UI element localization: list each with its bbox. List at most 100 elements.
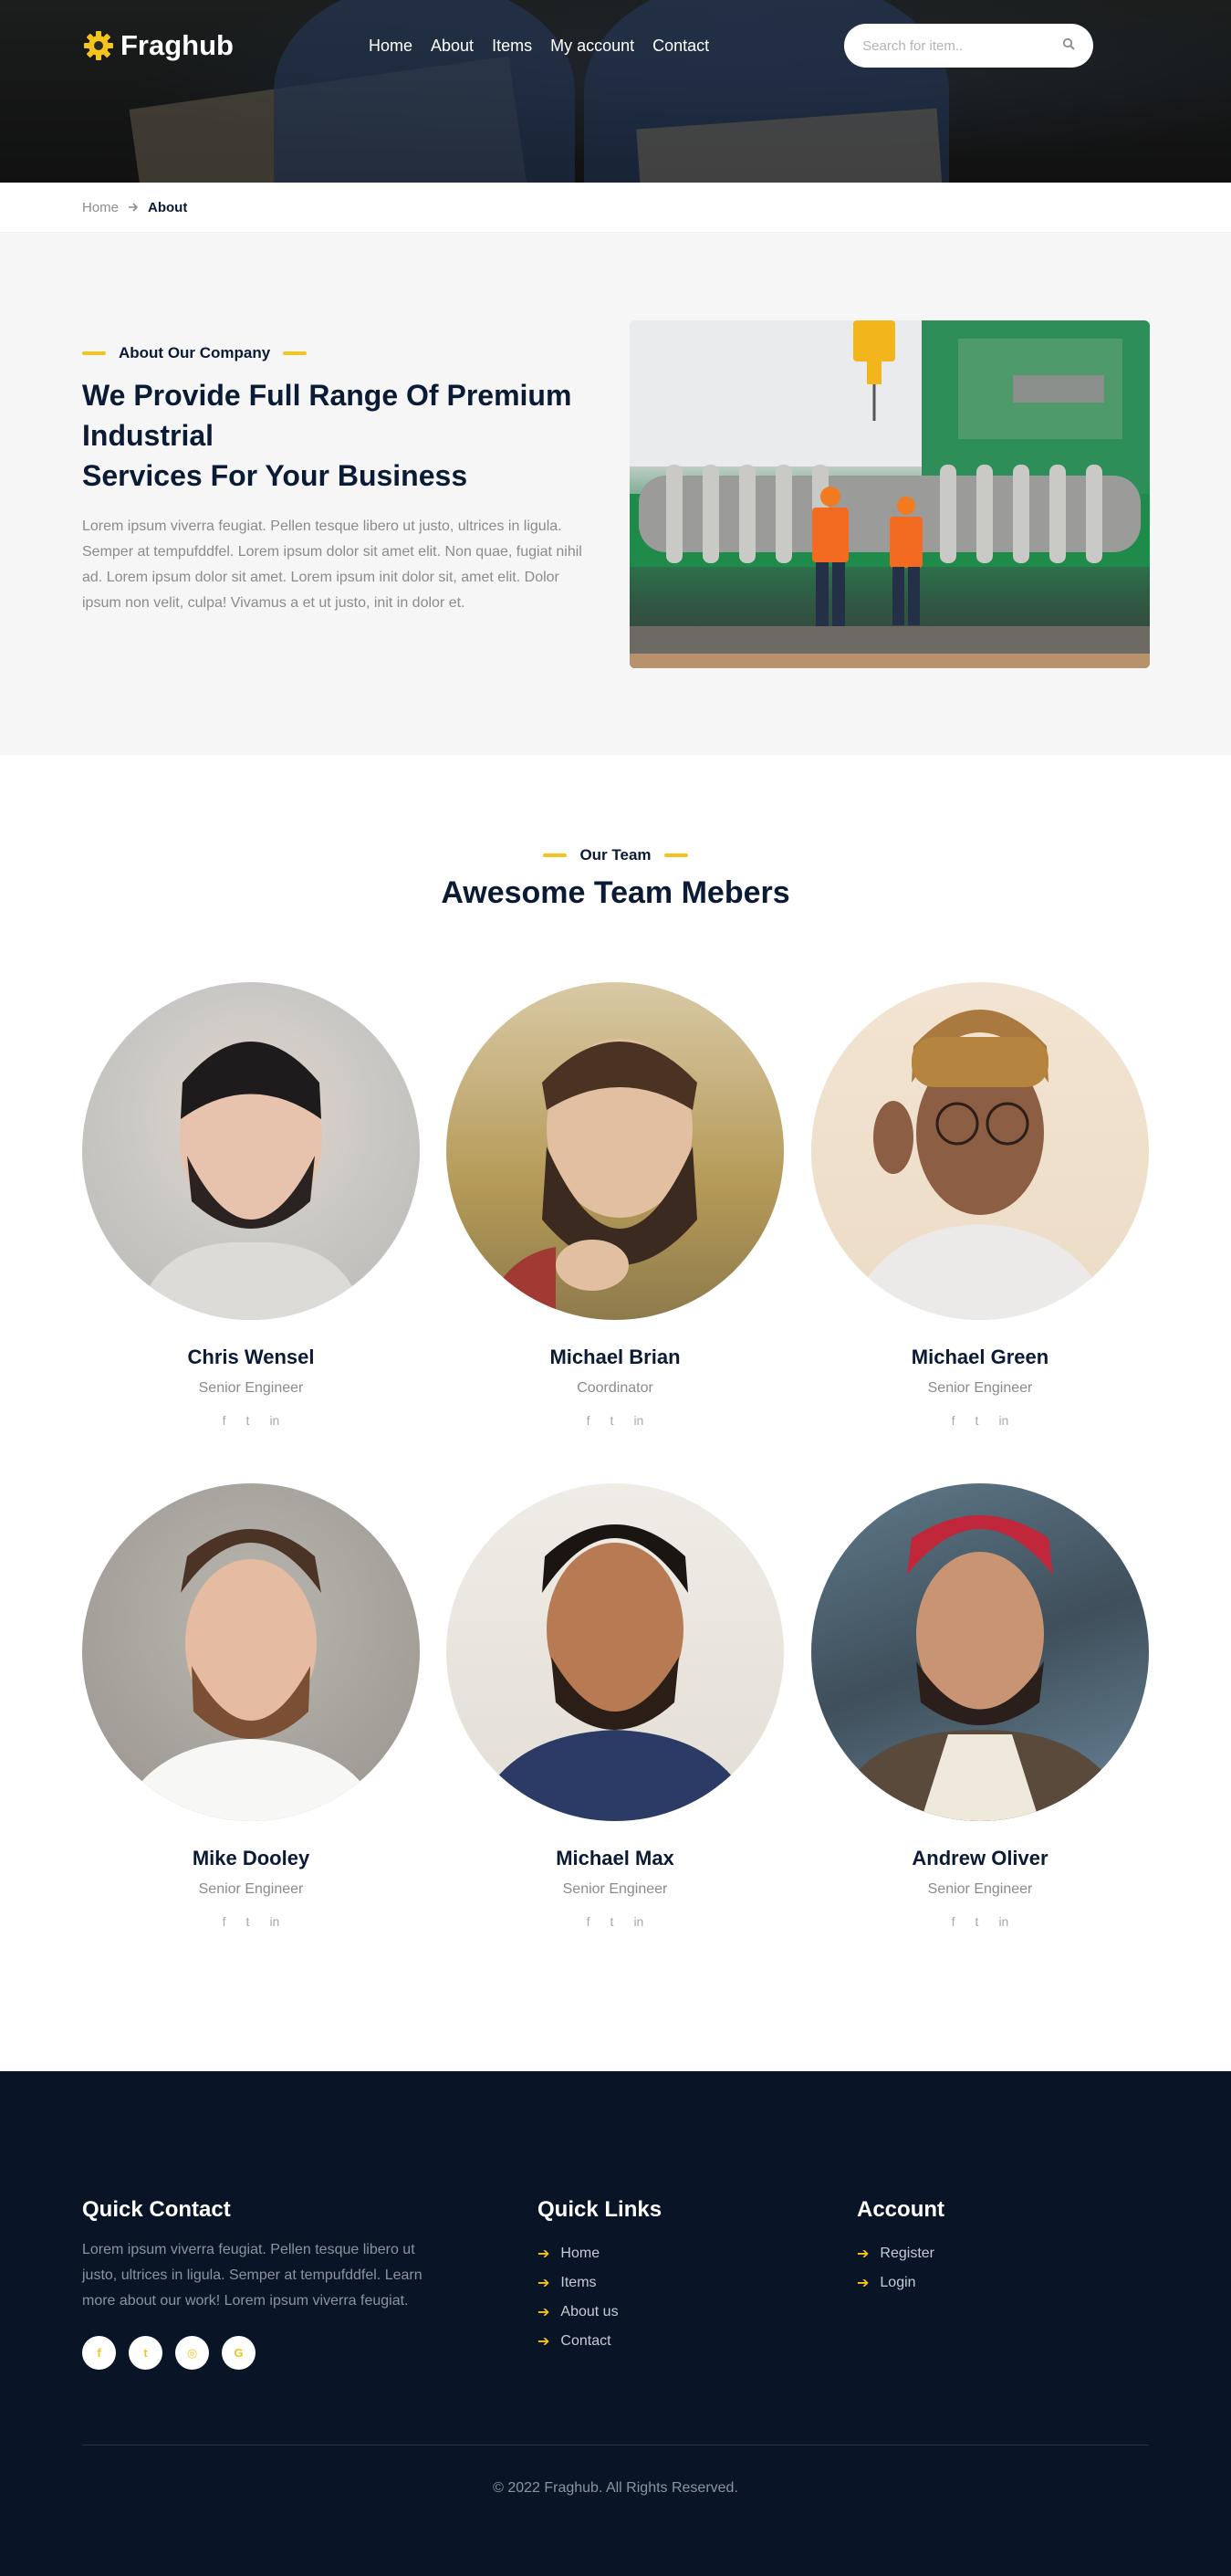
about-image — [630, 320, 1150, 668]
member-socials: f t in — [446, 1914, 784, 1929]
footer-socials: f t ◎ G — [82, 2336, 447, 2370]
linkedin-icon[interactable]: in — [633, 1413, 643, 1428]
footer-quick-links: Quick Links ➔ Home ➔ Items ➔ About us ➔ Cont… — [537, 2197, 662, 2356]
arrow-right-icon: ➔ — [537, 2305, 550, 2320]
arrow-right-icon: ➔ — [537, 2334, 550, 2350]
member-photo — [446, 982, 784, 1320]
twitter-icon[interactable]: t — [610, 1914, 614, 1929]
team-member-card: Michael Max Senior Engineer f t in — [446, 1483, 784, 1929]
quick-links-title: Quick Links — [537, 2197, 662, 2222]
quick-contact-text: Lorem ipsum viverra feugiat. Pellen tesq… — [82, 2242, 423, 2309]
member-name: Mike Dooley — [192, 1847, 310, 1869]
footer-link-contact[interactable]: ➔ Contact — [537, 2327, 662, 2356]
linkedin-icon[interactable]: in — [633, 1914, 643, 1929]
search-box — [844, 24, 1094, 68]
arrow-right-icon: ➔ — [537, 2276, 550, 2291]
twitter-icon[interactable]: t — [129, 2336, 162, 2370]
team-section: Our Team Awesome Team Mebers Chris Wense… — [0, 755, 1231, 2071]
search-icon[interactable] — [1062, 37, 1075, 55]
member-photo — [811, 1483, 1149, 1821]
facebook-icon[interactable]: f — [587, 1914, 590, 1929]
twitter-icon[interactable]: t — [246, 1914, 250, 1929]
google-icon[interactable]: G — [222, 2336, 256, 2370]
arrow-right-icon: ➔ — [857, 2276, 870, 2291]
footer-link-label: About us — [560, 2304, 619, 2319]
copyright: © 2022 Fraghub. All Rights Reserved. — [493, 2480, 738, 2496]
team-eyebrow: Our Team — [0, 846, 1231, 864]
twitter-icon[interactable]: t — [975, 1914, 979, 1929]
member-role: Senior Engineer — [562, 1881, 668, 1897]
facebook-icon[interactable]: f — [223, 1914, 226, 1929]
linkedin-icon[interactable]: in — [269, 1914, 279, 1929]
quick-links-list: ➔ Home ➔ Items ➔ About us ➔ Contact — [537, 2239, 662, 2356]
member-photo — [811, 982, 1149, 1320]
logo[interactable]: Fraghub — [82, 29, 234, 62]
footer-link-label: Register — [880, 2246, 934, 2261]
breadcrumb-current: About — [148, 199, 188, 215]
instagram-icon[interactable]: ◎ — [175, 2336, 209, 2370]
twitter-icon[interactable]: t — [975, 1413, 979, 1428]
member-role: Senior Engineer — [198, 1881, 304, 1897]
about-eyebrow: About Our Company — [82, 344, 611, 362]
team-header: Our Team Awesome Team Mebers — [0, 846, 1231, 911]
member-role: Senior Engineer — [927, 1380, 1033, 1396]
about-eyebrow-label: About Our Company — [119, 344, 271, 361]
member-socials: f t in — [446, 1413, 784, 1428]
account-links-list: ➔ Register ➔ Login — [857, 2239, 944, 2298]
team-member-card: Mike Dooley Senior Engineer f t in — [82, 1483, 420, 1929]
nav-my-account[interactable]: My account — [550, 37, 634, 56]
breadcrumb: Home About — [0, 183, 1231, 233]
about-section: About Our Company We Provide Full Range … — [0, 233, 1231, 755]
facebook-icon[interactable]: f — [223, 1413, 226, 1428]
facebook-icon[interactable]: f — [587, 1413, 590, 1428]
member-photo — [82, 1483, 420, 1821]
member-name: Michael Max — [556, 1847, 674, 1869]
nav-items[interactable]: Items — [492, 37, 532, 56]
member-name: Chris Wensel — [187, 1346, 315, 1368]
member-name: Andrew Oliver — [912, 1847, 1048, 1869]
facebook-icon[interactable]: f — [952, 1914, 955, 1929]
eyebrow-dash — [543, 853, 568, 857]
main-nav: Fraghub Home About Items My account Cont… — [82, 23, 1149, 68]
footer-link-items[interactable]: ➔ Items — [537, 2268, 662, 2298]
team-title: Awesome Team Mebers — [441, 875, 790, 910]
member-socials: f t in — [82, 1914, 420, 1929]
linkedin-icon[interactable]: in — [269, 1413, 279, 1428]
team-eyebrow-label: Our Team — [579, 846, 652, 864]
footer-link-login[interactable]: ➔ Login — [857, 2268, 944, 2298]
linkedin-icon[interactable]: in — [998, 1914, 1008, 1929]
team-member-card: Chris Wensel Senior Engineer f t in — [82, 982, 420, 1428]
member-role: Coordinator — [577, 1380, 653, 1396]
nav-about[interactable]: About — [431, 37, 474, 56]
member-socials: f t in — [811, 1914, 1149, 1929]
team-member-card: Michael Brian Coordinator f t in — [446, 982, 784, 1428]
facebook-icon[interactable]: f — [952, 1413, 955, 1428]
arrow-right-icon — [128, 200, 139, 215]
footer-link-home[interactable]: ➔ Home — [537, 2239, 662, 2268]
footer-link-label: Items — [560, 2275, 597, 2290]
member-photo — [82, 982, 420, 1320]
footer-quick-contact: Quick Contact Lorem ipsum viverra feugia… — [82, 2197, 447, 2370]
about-text: About Our Company We Provide Full Range … — [82, 344, 611, 616]
hero-header: Fraghub Home About Items My account Cont… — [0, 0, 1231, 183]
member-role: Senior Engineer — [927, 1881, 1033, 1897]
eyebrow-dash — [82, 351, 106, 355]
account-title: Account — [857, 2197, 944, 2222]
footer-link-about-us[interactable]: ➔ About us — [537, 2298, 662, 2327]
footer-link-register[interactable]: ➔ Register — [857, 2239, 944, 2268]
twitter-icon[interactable]: t — [246, 1413, 250, 1428]
footer: Quick Contact Lorem ipsum viverra feugia… — [0, 2071, 1231, 2576]
member-role: Senior Engineer — [198, 1380, 304, 1396]
nav-home[interactable]: Home — [369, 37, 412, 56]
eyebrow-dash — [283, 351, 308, 355]
member-name: Michael Brian — [549, 1346, 681, 1368]
gear-icon — [82, 29, 115, 62]
breadcrumb-home[interactable]: Home — [82, 200, 119, 215]
search-input[interactable] — [862, 37, 1063, 54]
quick-contact-title: Quick Contact — [82, 2197, 231, 2222]
facebook-icon[interactable]: f — [82, 2336, 116, 2370]
linkedin-icon[interactable]: in — [998, 1413, 1008, 1428]
twitter-icon[interactable]: t — [610, 1413, 614, 1428]
nav-menu: Home About Items My account Contact — [369, 37, 709, 56]
nav-contact[interactable]: Contact — [652, 37, 709, 56]
